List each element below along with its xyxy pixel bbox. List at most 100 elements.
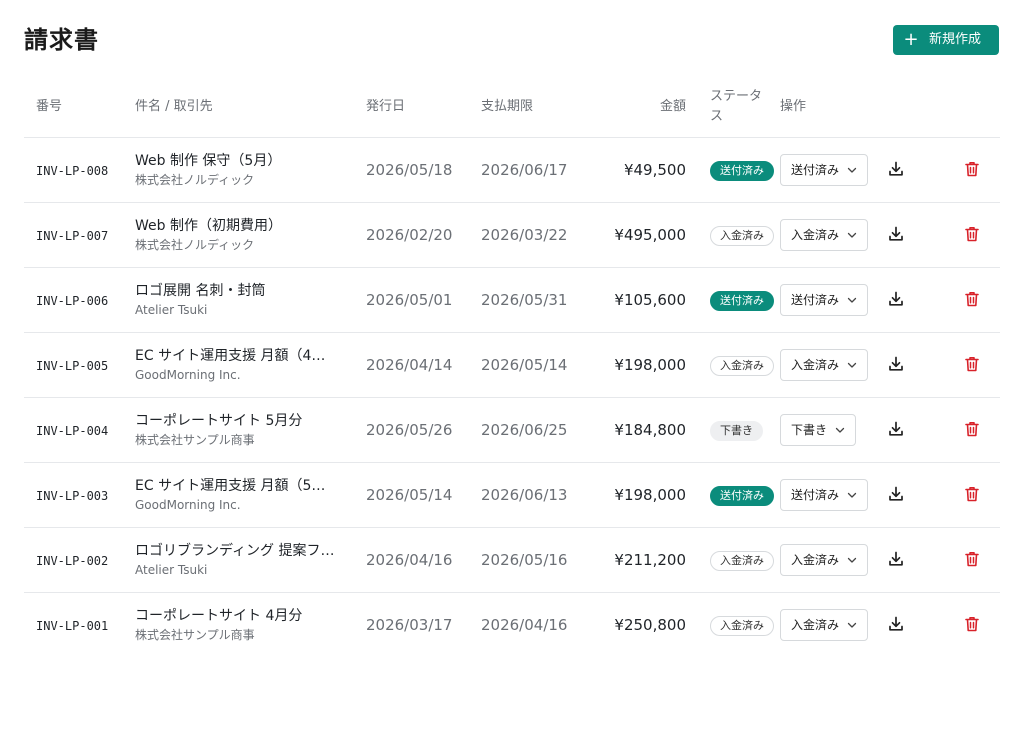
issue-date: 2026/02/20: [366, 226, 453, 244]
table-row: INV-LP-003 EC サイト運用支援 月額（5… GoodMorning …: [24, 462, 1000, 528]
amount: ¥495,000: [614, 225, 686, 244]
status-select-value: 入金済み: [791, 618, 840, 633]
status-select-value: 入金済み: [791, 553, 840, 567]
status-select[interactable]: 入金済み: [780, 348, 869, 381]
status-badge: 下書き: [710, 420, 763, 441]
trash-icon[interactable]: [963, 355, 981, 373]
row-operations: 送付済み: [780, 138, 1000, 202]
table-row: INV-LP-005 EC サイト運用支援 月額（4… GoodMorning …: [24, 332, 1000, 398]
download-icon[interactable]: [887, 615, 905, 633]
chevron-down-icon: [847, 167, 857, 173]
download-icon[interactable]: [887, 420, 905, 438]
download-icon[interactable]: [887, 485, 905, 503]
download-icon[interactable]: [887, 225, 905, 243]
column-header-status-line1: ステータ: [710, 89, 763, 105]
table-body: INV-LP-008 Web 制作 保守（5月） 株式会社ノルディック 2026…: [24, 137, 1000, 657]
chevron-down-icon: [847, 492, 857, 498]
status-badge: 送付済み: [710, 290, 774, 311]
client-name: 株式会社ノルディック: [135, 172, 255, 187]
table-row: INV-LP-006 ロゴ展開 名刺・封筒 Atelier Tsuki 2026…: [24, 267, 1000, 333]
amount: ¥105,600: [614, 290, 686, 309]
amount: ¥250,800: [614, 615, 686, 634]
trash-icon[interactable]: [963, 225, 981, 243]
client-name: Atelier Tsuki: [135, 302, 208, 317]
new-invoice-button-label: 新規作成: [929, 32, 982, 47]
column-header-status-line2: ス: [710, 109, 724, 125]
column-header-title: 件名 / 取引先: [135, 78, 366, 138]
status-select[interactable]: 入金済み: [780, 218, 869, 251]
due-date: 2026/04/16: [481, 616, 568, 635]
status-badge: 入金済み: [710, 355, 774, 376]
due-date: 2026/03/22: [481, 226, 568, 244]
column-header-operations: 操作: [780, 78, 1000, 138]
table-row: INV-LP-002 ロゴリブランディング 提案フ… Atelier Tsuki…: [24, 527, 1000, 593]
client-name: 株式会社サンプル商事: [135, 432, 255, 447]
status-select[interactable]: 入金済み: [780, 543, 869, 576]
invoice-number: INV-LP-007: [36, 229, 109, 243]
amount: ¥211,200: [614, 550, 686, 569]
download-icon[interactable]: [887, 355, 905, 373]
plus-icon: +: [903, 29, 919, 50]
client-name: 株式会社ノルディック: [135, 237, 255, 252]
status-select[interactable]: 送付済み: [780, 153, 869, 186]
table-row: INV-LP-004 コーポレートサイト 5月分 株式会社サンプル商事 2026…: [24, 397, 1000, 463]
table-row: INV-LP-008 Web 制作 保守（5月） 株式会社ノルディック 2026…: [24, 137, 1000, 203]
due-date: 2026/05/14: [481, 356, 568, 374]
status-badge: 送付済み: [710, 485, 774, 506]
chevron-down-icon: [847, 362, 857, 368]
chevron-down-icon: [847, 232, 857, 238]
due-date: 2026/06/25: [481, 421, 568, 439]
status-badge: 入金済み: [710, 550, 774, 571]
trash-icon[interactable]: [963, 420, 981, 438]
new-invoice-button[interactable]: + 新規作成: [893, 25, 999, 55]
status-badge: 入金済み: [710, 615, 774, 636]
invoice-number: INV-LP-003: [36, 489, 109, 503]
invoice-number: INV-LP-001: [36, 619, 109, 634]
chevron-down-icon: [835, 427, 845, 433]
invoice-title: Web 制作 保守（5月）: [135, 152, 282, 169]
invoice-table: 番号 件名 / 取引先 発行日 支払期限 金額 ステータス 操作 INV-LP-…: [24, 78, 1000, 657]
row-operations: 入金済み: [780, 528, 1000, 592]
status-select[interactable]: 送付済み: [780, 478, 869, 511]
due-date: 2026/05/16: [481, 551, 568, 569]
due-date: 2026/06/13: [481, 486, 568, 504]
invoice-number: INV-LP-008: [36, 164, 109, 178]
status-select[interactable]: 下書き: [780, 413, 857, 446]
status-select[interactable]: 入金済み: [780, 608, 869, 641]
invoice-number: INV-LP-006: [36, 294, 109, 308]
amount: ¥198,000: [614, 355, 686, 374]
trash-icon[interactable]: [963, 550, 981, 568]
status-select-value: 入金済み: [791, 358, 840, 372]
invoice-title: Web 制作（初期費用）: [135, 217, 282, 234]
issue-date: 2026/04/16: [366, 551, 453, 569]
amount: ¥184,800: [614, 420, 686, 439]
column-header-amount: 金額: [571, 78, 690, 138]
client-name: Atelier Tsuki: [135, 562, 208, 577]
trash-icon[interactable]: [963, 615, 981, 633]
client-name: GoodMorning Inc.: [135, 497, 241, 512]
column-header-issue-date: 発行日: [366, 78, 481, 138]
row-operations: 送付済み: [780, 463, 1000, 527]
invoice-title: ロゴ展開 名刺・封筒: [135, 282, 266, 299]
column-header-number: 番号: [24, 78, 135, 138]
table-row: INV-LP-007 Web 制作（初期費用） 株式会社ノルディック 2026/…: [24, 202, 1000, 268]
due-date: 2026/05/31: [481, 291, 568, 309]
invoice-title: EC サイト運用支援 月額（5…: [135, 477, 326, 494]
trash-icon[interactable]: [963, 290, 981, 308]
invoice-title: EC サイト運用支援 月額（4…: [135, 347, 326, 364]
chevron-down-icon: [847, 297, 857, 303]
invoice-title: コーポレートサイト 4月分: [135, 607, 303, 624]
status-select[interactable]: 送付済み: [780, 283, 869, 316]
invoice-title: コーポレートサイト 5月分: [135, 412, 303, 429]
issue-date: 2026/05/14: [366, 486, 453, 504]
due-date: 2026/06/17: [481, 161, 568, 179]
download-icon[interactable]: [887, 550, 905, 568]
trash-icon[interactable]: [963, 485, 981, 503]
download-icon[interactable]: [887, 290, 905, 308]
status-select-value: 送付済み: [791, 488, 840, 502]
issue-date: 2026/05/01: [366, 291, 453, 309]
status-badge: 送付済み: [710, 160, 774, 181]
download-icon[interactable]: [887, 160, 905, 178]
trash-icon[interactable]: [963, 160, 981, 178]
status-select-value: 送付済み: [791, 163, 840, 177]
